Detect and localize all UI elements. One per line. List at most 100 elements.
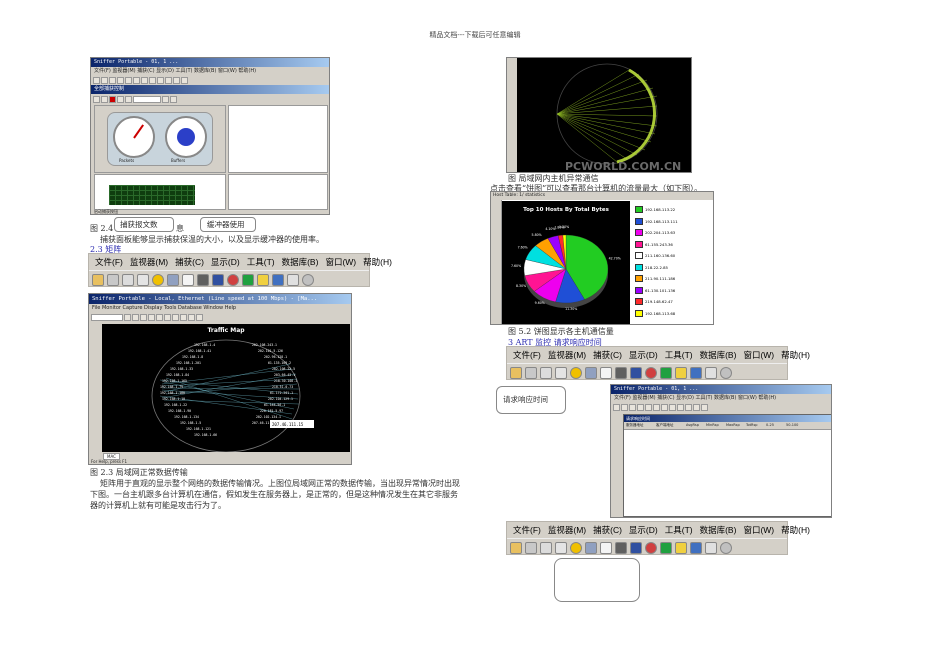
legend-item: 211.90.111.186 xyxy=(635,273,713,285)
stop-icon[interactable] xyxy=(302,273,314,286)
menu-help[interactable]: 帮助(H) xyxy=(363,256,392,268)
legend-label: 61.155.243.36 xyxy=(645,241,673,247)
menu-capture[interactable]: 捕获(C) xyxy=(593,524,622,536)
save-icon[interactable] xyxy=(525,541,537,554)
global-stats-icon[interactable] xyxy=(660,541,672,554)
menu-tools[interactable]: 工具(T) xyxy=(665,349,693,361)
dashboard-icon[interactable] xyxy=(570,366,582,379)
legend-swatch xyxy=(635,217,643,225)
legend-swatch xyxy=(635,286,643,294)
menu-display[interactable]: 显示(D) xyxy=(629,524,658,536)
dashboard-icon[interactable] xyxy=(152,273,164,286)
svg-text:192.168.1.121: 192.168.1.121 xyxy=(186,427,211,431)
menu-monitor[interactable]: 监视器(M) xyxy=(548,349,586,361)
abnormal-map-graph: PCWORLD.COM.CN xyxy=(556,63,681,172)
sniffer-menubar-right-bottom: 文件(F) 监视器(M) 捕获(C) 显示(D) 工具(T) 数据库(B) 窗口… xyxy=(506,521,810,555)
matrix-icon[interactable] xyxy=(600,366,612,379)
menu-help[interactable]: 帮助(H) xyxy=(781,349,810,361)
print-icon[interactable] xyxy=(122,273,134,286)
history-icon[interactable] xyxy=(630,541,642,554)
protocol-icon[interactable] xyxy=(645,366,657,379)
menu-window[interactable]: 窗口(W) xyxy=(743,524,774,536)
side-toolbar xyxy=(89,324,101,452)
menu-tools[interactable]: 工具(T) xyxy=(665,524,693,536)
menu-help[interactable]: 帮助(H) xyxy=(781,524,810,536)
menu-capture[interactable]: 捕获(C) xyxy=(175,256,204,268)
print-icon[interactable] xyxy=(540,366,552,379)
filter-icon[interactable] xyxy=(705,541,717,554)
matrix-icon[interactable] xyxy=(182,273,194,286)
legend-swatch xyxy=(635,206,643,214)
stats-list xyxy=(228,105,328,173)
menu-database[interactable]: 数据库(B) xyxy=(700,349,737,361)
svg-text:61.135.169.2: 61.135.169.2 xyxy=(268,361,291,365)
toolbar-row xyxy=(89,270,369,288)
alarm-icon[interactable] xyxy=(675,366,687,379)
svg-text:192.168.1.134: 192.168.1.134 xyxy=(174,415,199,419)
pie-data-label: 1.20% xyxy=(559,225,569,229)
menu-database[interactable]: 数据库(B) xyxy=(700,524,737,536)
legend-item: 61.155.243.36 xyxy=(635,239,713,251)
open-icon[interactable] xyxy=(510,541,522,554)
col-minrsp: MinRsp xyxy=(706,423,719,427)
menu-display[interactable]: 显示(D) xyxy=(211,256,240,268)
menu-file[interactable]: 文件(F) xyxy=(513,524,541,536)
legend-label: 192.168.113.68 xyxy=(645,310,676,316)
history-icon[interactable] xyxy=(212,273,224,286)
menu-display[interactable]: 显示(D) xyxy=(629,349,658,361)
dashboard-icon[interactable] xyxy=(570,541,582,554)
print-icon[interactable] xyxy=(540,541,552,554)
menu-capture[interactable]: 捕获(C) xyxy=(593,349,622,361)
menu-monitor[interactable]: 监视器(M) xyxy=(548,524,586,536)
legend-swatch xyxy=(635,298,643,306)
host-table-icon[interactable] xyxy=(585,541,597,554)
menu-file[interactable]: 文件(F) xyxy=(95,256,123,268)
pie-window-title: Host Table: 1/ statistics xyxy=(491,192,713,200)
menu-monitor[interactable]: 监视器(M) xyxy=(130,256,168,268)
history-icon[interactable] xyxy=(630,366,642,379)
menu-window[interactable]: 窗口(W) xyxy=(743,349,774,361)
open-icon[interactable] xyxy=(92,273,104,286)
empty-callout xyxy=(554,558,640,602)
menu-file[interactable]: 文件(F) xyxy=(513,349,541,361)
stop-icon[interactable] xyxy=(720,541,732,554)
capture-panel-description: 捕获面板能够显示捕获保温的大小，以及显示缓冲器的使用率。 xyxy=(100,235,324,244)
global-stats-icon[interactable] xyxy=(242,273,254,286)
expert-icon[interactable] xyxy=(272,273,284,286)
expert-icon[interactable] xyxy=(690,366,702,379)
svg-text:192.168.1.66: 192.168.1.66 xyxy=(194,433,217,437)
open-icon[interactable] xyxy=(510,366,522,379)
expert-icon[interactable] xyxy=(690,541,702,554)
stop-icon[interactable] xyxy=(720,366,732,379)
col-client: 客户端地址 xyxy=(656,423,674,427)
host-table-icon[interactable] xyxy=(585,366,597,379)
options-icon[interactable] xyxy=(137,273,149,286)
protocol-icon[interactable] xyxy=(227,273,239,286)
options-icon[interactable] xyxy=(555,366,567,379)
save-icon[interactable] xyxy=(107,273,119,286)
menu-database[interactable]: 数据库(B) xyxy=(282,256,319,268)
alarm-icon[interactable] xyxy=(257,273,269,286)
protocol-icon[interactable] xyxy=(645,541,657,554)
art-icon[interactable] xyxy=(197,273,209,286)
menu-window[interactable]: 窗口(W) xyxy=(325,256,356,268)
filter-icon[interactable] xyxy=(287,273,299,286)
alarm-icon[interactable] xyxy=(675,541,687,554)
menu-tools[interactable]: 工具(T) xyxy=(247,256,275,268)
pie-data-label: 7.60% xyxy=(518,246,528,250)
art-icon[interactable] xyxy=(615,541,627,554)
legend-label: 211.90.111.186 xyxy=(645,276,676,282)
svg-text:220.181.5.97: 220.181.5.97 xyxy=(260,409,283,413)
art-icon[interactable] xyxy=(615,366,627,379)
global-stats-icon[interactable] xyxy=(660,366,672,379)
host-table-icon[interactable] xyxy=(167,273,179,286)
traffic-map-screenshot: Sniffer Portable - Local, Ethernet (Line… xyxy=(88,293,352,465)
options-icon[interactable] xyxy=(555,541,567,554)
pie-legend: 192.168.113.22 192.168.113.111 202.204.113… xyxy=(635,204,713,319)
svg-text:202.104.129.1: 202.104.129.1 xyxy=(268,397,293,401)
save-icon[interactable] xyxy=(525,366,537,379)
legend-swatch xyxy=(635,240,643,248)
window-titlebar: Sniffer Portable - Local, Ethernet (Line… xyxy=(89,294,351,304)
filter-icon[interactable] xyxy=(705,366,717,379)
matrix-icon[interactable] xyxy=(600,541,612,554)
